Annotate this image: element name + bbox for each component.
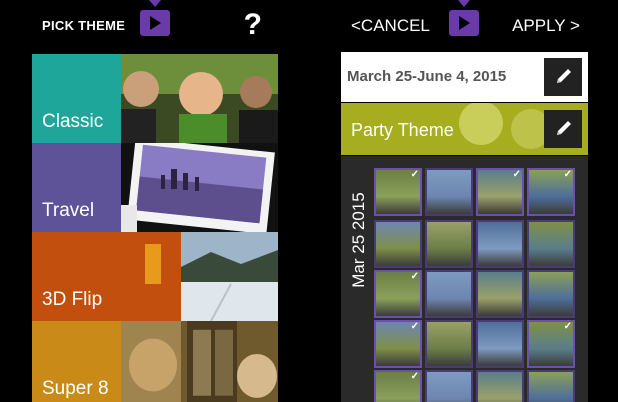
photo-thumbnail[interactable]: ✓ bbox=[527, 168, 575, 216]
video-logo-icon bbox=[140, 0, 170, 36]
photo-thumbnail[interactable] bbox=[374, 220, 422, 268]
apply-button[interactable]: APPLY > bbox=[512, 16, 580, 36]
photo-thumbnail[interactable] bbox=[425, 320, 473, 368]
photo-thumbnail[interactable]: ✓ bbox=[374, 320, 422, 368]
date-range: March 25-June 4, 2015 bbox=[347, 68, 507, 85]
theme-name: Party Theme bbox=[351, 120, 454, 140]
checkmark-icon: ✓ bbox=[563, 169, 572, 180]
photo-thumbnail[interactable] bbox=[527, 270, 575, 318]
photo-thumbnail[interactable]: ✓ bbox=[476, 168, 524, 216]
photo-thumbnail[interactable]: ✓ bbox=[374, 168, 422, 216]
photo-thumbnail[interactable]: ✓ bbox=[527, 320, 575, 368]
photo-thumbnail[interactable] bbox=[476, 220, 524, 268]
photo-thumbnail[interactable] bbox=[476, 370, 524, 402]
theme-travel[interactable]: Travel bbox=[32, 143, 278, 232]
pick-theme-screen: PICK THEME ? Classic Travel 3D Flip Supe… bbox=[32, 0, 278, 402]
group-date: Mar 25 2015 bbox=[347, 166, 368, 316]
photo-thumbnail[interactable]: ✓ bbox=[374, 370, 422, 402]
checkmark-icon: ✓ bbox=[410, 371, 419, 382]
edit-pencil-icon bbox=[557, 121, 571, 135]
top-bar: <CANCEL APPLY > bbox=[341, 0, 588, 52]
photo-thumbnail[interactable] bbox=[425, 168, 473, 216]
photo-thumbnail[interactable] bbox=[476, 320, 524, 368]
edit-theme-button[interactable] bbox=[544, 110, 582, 148]
checkmark-icon: ✓ bbox=[563, 321, 572, 332]
photo-thumbnail[interactable] bbox=[425, 270, 473, 318]
theme-label: 3D Flip bbox=[42, 289, 103, 310]
edit-pencil-icon bbox=[557, 69, 571, 83]
photo-thumbnail[interactable] bbox=[527, 220, 575, 268]
classic-photo bbox=[121, 54, 278, 143]
checkmark-icon: ✓ bbox=[512, 169, 521, 180]
photo-thumbnail[interactable] bbox=[425, 370, 473, 402]
theme-3d-flip[interactable]: 3D Flip bbox=[32, 232, 278, 321]
photo-thumbnail[interactable]: ✓ bbox=[374, 270, 422, 318]
photo-thumbnail[interactable] bbox=[527, 370, 575, 402]
group-date-label: Mar 25 2015 bbox=[349, 192, 368, 288]
checkmark-icon: ✓ bbox=[410, 169, 419, 180]
top-bar: PICK THEME ? bbox=[32, 0, 278, 52]
photo-thumbnail[interactable] bbox=[476, 270, 524, 318]
theme-super-8[interactable]: Super 8 bbox=[32, 321, 278, 402]
super-8-photo bbox=[121, 321, 278, 402]
photo-gallery: Mar 25 2015 ✓ ✓ ✓ ✓ ✓ ✓ ✓ bbox=[341, 156, 588, 402]
checkmark-icon: ✓ bbox=[410, 321, 419, 332]
cancel-button[interactable]: <CANCEL bbox=[351, 16, 430, 36]
checkmark-icon: ✓ bbox=[410, 271, 419, 282]
travel-photo bbox=[121, 143, 278, 232]
page-title: PICK THEME bbox=[42, 18, 126, 33]
theme-label: Super 8 bbox=[42, 378, 109, 399]
photo-thumbnail[interactable] bbox=[425, 220, 473, 268]
theme-label: Travel bbox=[42, 200, 95, 221]
edit-theme-screen: <CANCEL APPLY > March 25-June 4, 2015 Pa… bbox=[341, 0, 588, 402]
3d-flip-photo bbox=[121, 232, 278, 321]
theme-classic[interactable]: Classic bbox=[32, 54, 278, 143]
help-icon[interactable]: ? bbox=[244, 8, 262, 42]
date-range-row: March 25-June 4, 2015 bbox=[341, 52, 588, 102]
edit-date-button[interactable] bbox=[544, 58, 582, 96]
theme-row[interactable]: Party Theme bbox=[341, 103, 588, 155]
theme-label: Classic bbox=[42, 111, 104, 132]
video-logo-icon bbox=[449, 0, 479, 36]
